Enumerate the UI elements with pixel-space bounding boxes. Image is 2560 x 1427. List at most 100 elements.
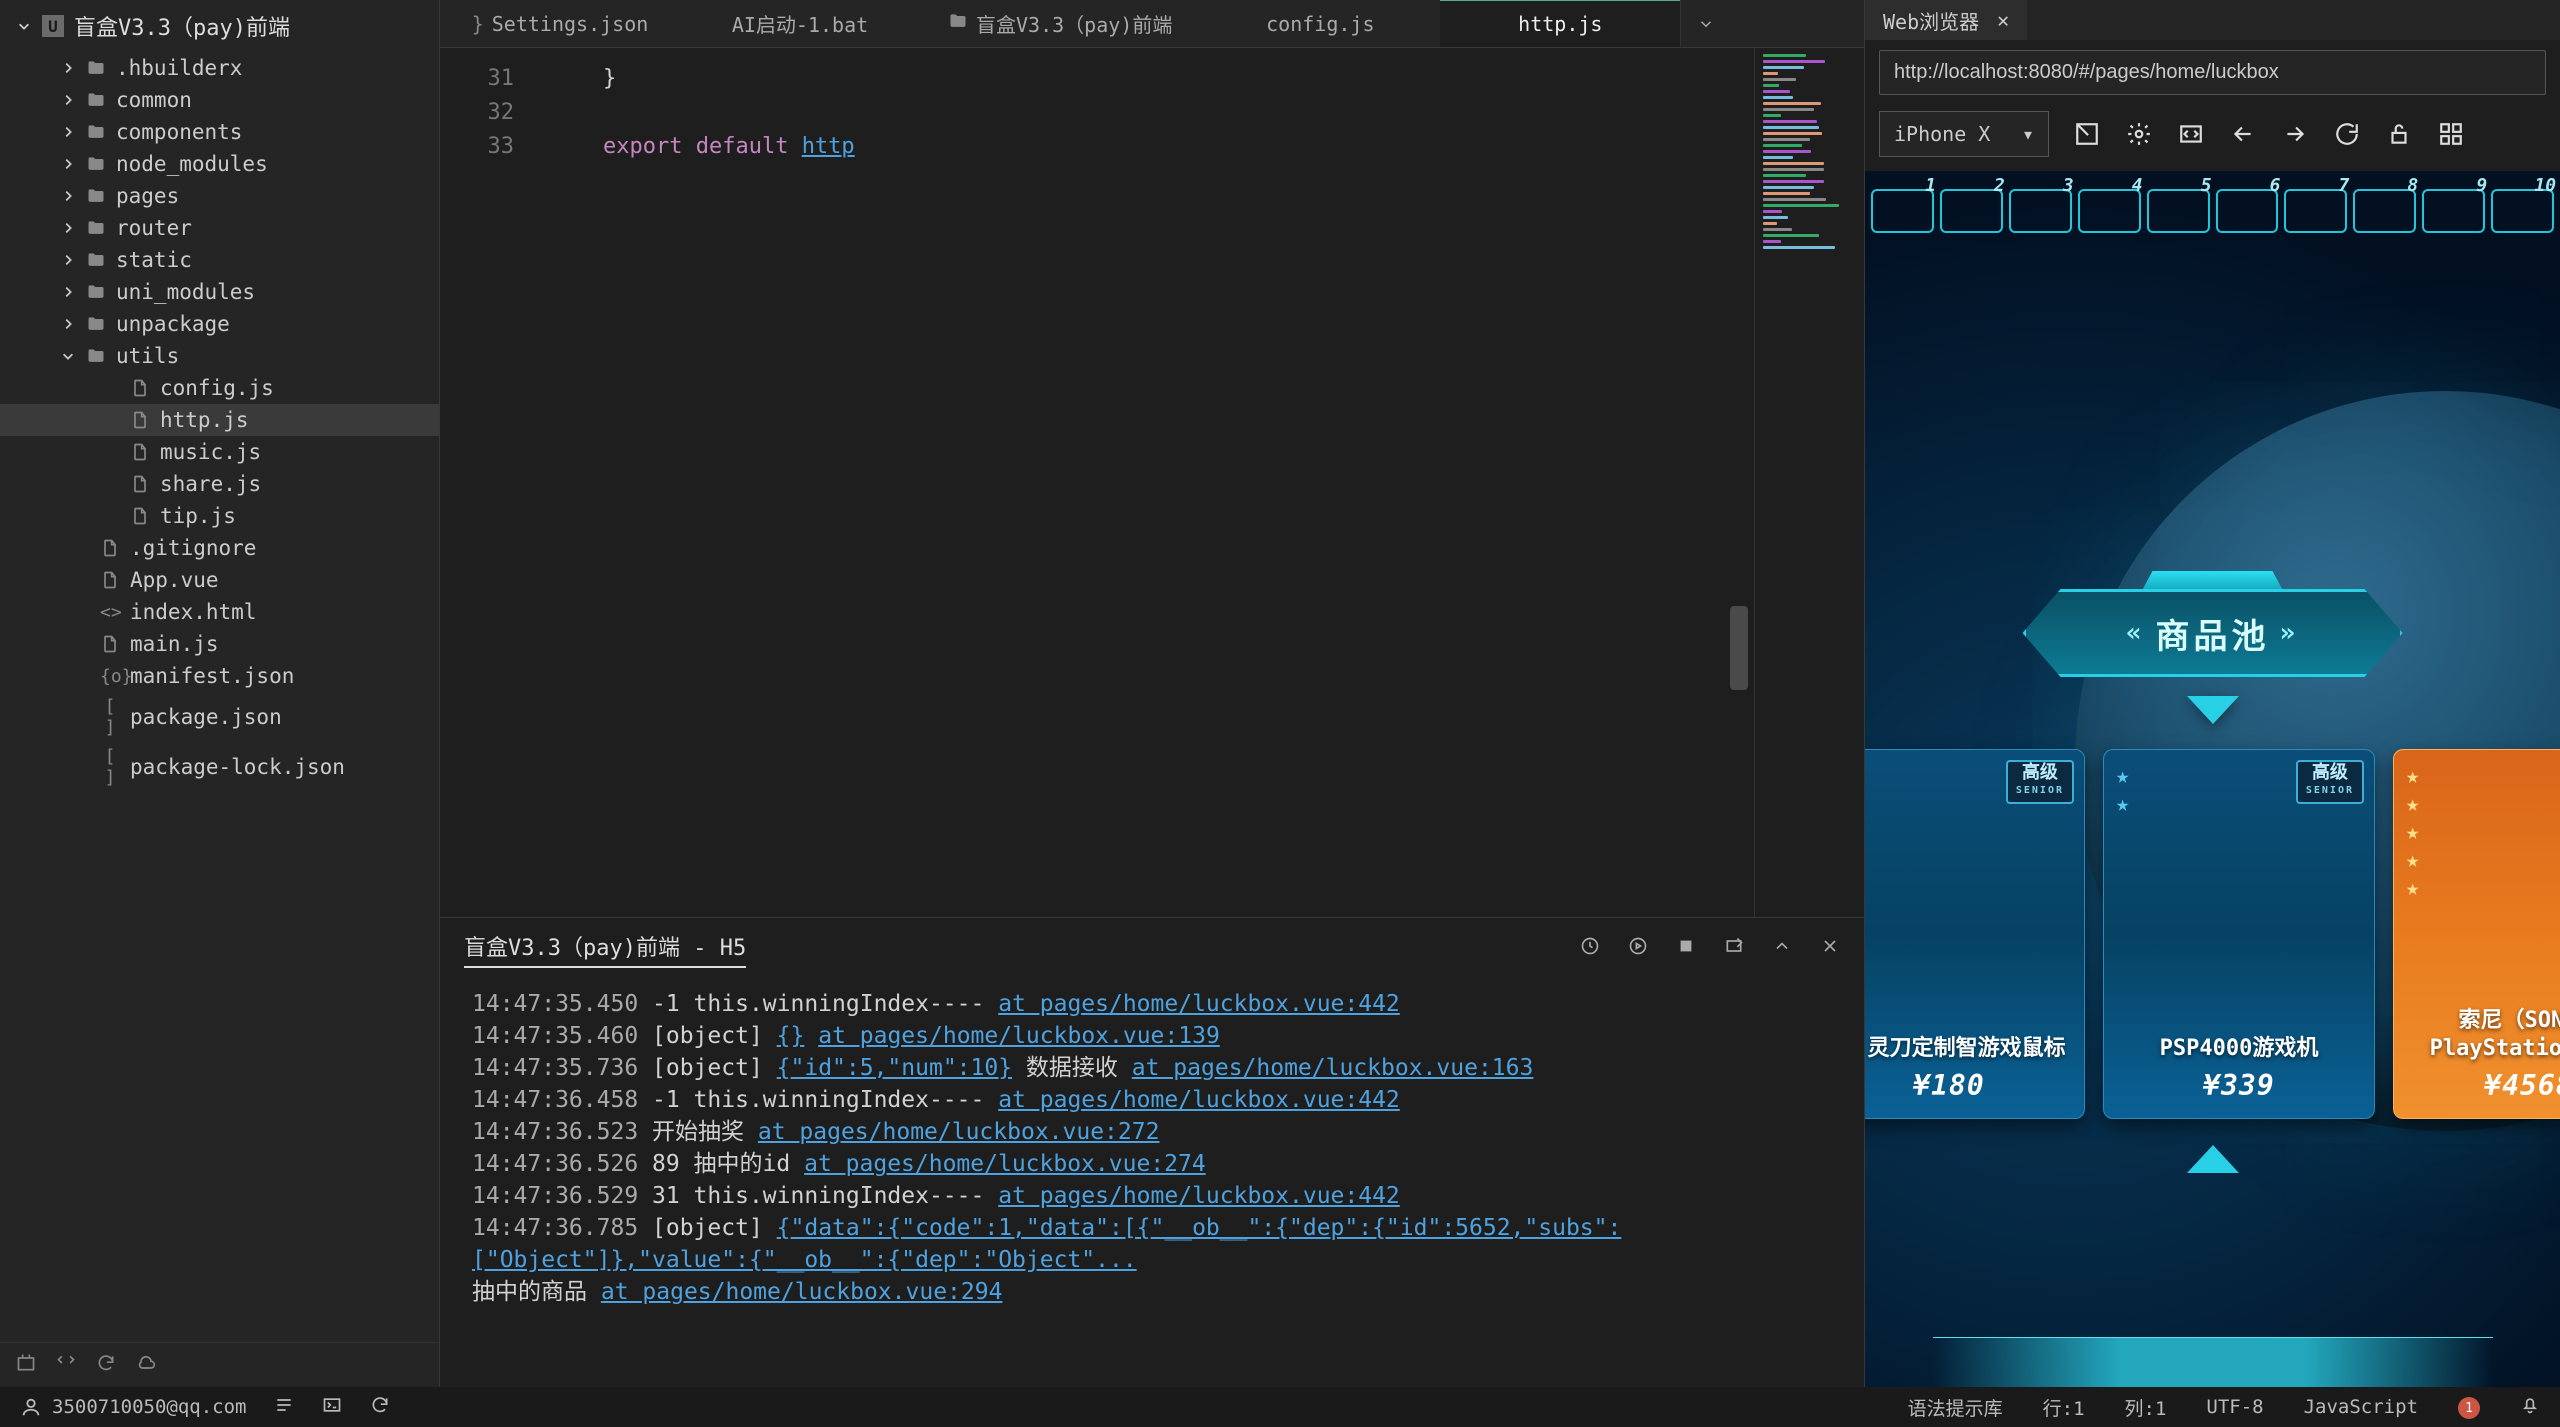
cloud-icon[interactable]	[136, 1353, 156, 1377]
file-item[interactable]: tip.js	[0, 500, 439, 532]
file-item[interactable]: [ ]package-lock.json	[0, 742, 439, 792]
tree-label: App.vue	[130, 568, 219, 592]
status-col[interactable]: 列:1	[2125, 1394, 2167, 1421]
folder-item[interactable]: unpackage	[0, 308, 439, 340]
terminal-icon[interactable]	[322, 1395, 342, 1420]
status-user[interactable]: 3500710050@qq.com	[20, 1396, 246, 1418]
console-tab-title[interactable]: 盲盒V3.3（pay)前端 - H5	[464, 930, 746, 968]
file-item[interactable]: main.js	[0, 628, 439, 660]
status-line[interactable]: 行:1	[2043, 1394, 2085, 1421]
project-root[interactable]: U 盲盒V3.3（pay)前端	[0, 0, 439, 52]
line-gutter: 313233	[440, 48, 530, 917]
console-output[interactable]: 14:47:35.450 -1 this.winningIndex---- at…	[440, 980, 1864, 1387]
close-icon[interactable]: ✕	[1997, 8, 2009, 32]
tab-overflow[interactable]	[1680, 0, 1730, 47]
chevron-right-icon	[60, 124, 76, 140]
file-item[interactable]: music.js	[0, 436, 439, 468]
grid-icon[interactable]	[2437, 120, 2465, 148]
folder-item[interactable]: uni_modules	[0, 276, 439, 308]
editor-tabs: } Settings.jsonAI启动-1.bat盲盒V3.3（pay)前端co…	[440, 0, 1864, 48]
product-card[interactable]: 高级SENIOR★★PSP4000游戏机¥339	[2103, 749, 2375, 1119]
minimap[interactable]	[1754, 48, 1864, 917]
file-item[interactable]: App.vue	[0, 564, 439, 596]
outline-icon[interactable]	[274, 1395, 294, 1420]
tree-label: uni_modules	[116, 280, 255, 304]
status-notifications[interactable]: 1	[2458, 1395, 2480, 1420]
editor-tab[interactable]: config.js	[1200, 0, 1440, 47]
reload-icon[interactable]	[2333, 120, 2361, 148]
url-input[interactable]	[1879, 50, 2546, 95]
collapse-console-icon[interactable]	[1772, 936, 1792, 962]
folder-item[interactable]: .hbuilderx	[0, 52, 439, 84]
folder-item[interactable]: common	[0, 84, 439, 116]
footer-cta[interactable]	[1933, 1337, 2493, 1387]
tree-label: index.html	[130, 600, 256, 624]
status-encoding[interactable]: UTF-8	[2206, 1396, 2263, 1418]
devtools-icon[interactable]	[2177, 120, 2205, 148]
tree-label: music.js	[160, 440, 261, 464]
file-item[interactable]: .gitignore	[0, 532, 439, 564]
file-item[interactable]: http.js	[0, 404, 439, 436]
stop-icon[interactable]	[1676, 936, 1696, 962]
tree-label: main.js	[130, 632, 219, 656]
chevron-right-icon	[60, 60, 76, 76]
tree-label: .gitignore	[130, 536, 256, 560]
tree-label: package-lock.json	[130, 755, 345, 779]
folder-item[interactable]: static	[0, 244, 439, 276]
close-console-icon[interactable]	[1820, 936, 1840, 962]
restart-icon[interactable]	[1628, 936, 1648, 962]
product-card[interactable]: 传LEG★★★★★索尼（SONY）PlayStation PS5¥4568	[2393, 749, 2560, 1119]
new-file-icon[interactable]	[16, 1353, 36, 1377]
editor-tab[interactable]: AI启动-1.bat	[680, 0, 920, 47]
tree-label: share.js	[160, 472, 261, 496]
file-item[interactable]: share.js	[0, 468, 439, 500]
file-item[interactable]: config.js	[0, 372, 439, 404]
export-icon[interactable]	[1724, 936, 1744, 962]
browser-tab[interactable]: Web浏览器 ✕	[1865, 0, 2027, 40]
bell-icon[interactable]	[2520, 1395, 2540, 1420]
file-item[interactable]: [ ]package.json	[0, 692, 439, 742]
product-cards[interactable]: 高级SENIOR竞 灵刀定制智游戏鼠标¥180高级SENIOR★★PSP4000…	[1865, 749, 2560, 1119]
status-language[interactable]: JavaScript	[2304, 1396, 2418, 1418]
tab-label: http.js	[1518, 12, 1602, 36]
product-card[interactable]: 高级SENIOR竞 灵刀定制智游戏鼠标¥180	[1865, 749, 2085, 1119]
ruler-slot: 1	[1871, 189, 1934, 233]
star-icon: ★	[2116, 764, 2129, 789]
inspect-icon[interactable]	[2073, 120, 2101, 148]
star-icon: ★	[2406, 876, 2419, 901]
forward-icon[interactable]	[2281, 120, 2309, 148]
collapse-icon[interactable]	[56, 1353, 76, 1377]
product-price: ¥339	[2203, 1069, 2274, 1102]
gear-icon[interactable]	[2125, 120, 2153, 148]
lock-icon[interactable]	[2385, 120, 2413, 148]
clock-icon[interactable]	[1580, 936, 1600, 962]
folder-icon	[948, 11, 968, 36]
vertical-scrollbar[interactable]	[1730, 606, 1748, 690]
back-icon[interactable]	[2229, 120, 2257, 148]
folder-item[interactable]: pages	[0, 180, 439, 212]
editor-tab[interactable]: http.js	[1440, 0, 1680, 47]
right-arrows-icon: »	[2270, 618, 2310, 648]
mobile-preview[interactable]: 12345678910 « 商品池 » 高级SENIOR竞 灵刀定制智游戏鼠标¥…	[1865, 171, 2560, 1387]
editor-tab[interactable]: 盲盒V3.3（pay)前端	[920, 0, 1200, 47]
refresh-icon[interactable]	[96, 1353, 116, 1377]
folder-item[interactable]: node_modules	[0, 148, 439, 180]
file-item[interactable]: {o}manifest.json	[0, 660, 439, 692]
status-hints[interactable]: 语法提示库	[1908, 1394, 2003, 1421]
folder-item[interactable]: components	[0, 116, 439, 148]
ruler-slot: 9	[2422, 189, 2485, 233]
user-email: 3500710050@qq.com	[52, 1396, 246, 1418]
star-icon: ★	[2406, 820, 2419, 845]
sync-icon[interactable]	[370, 1395, 390, 1420]
tree-label: components	[116, 120, 242, 144]
star-icon: ★	[2406, 848, 2419, 873]
file-item[interactable]: <>index.html	[0, 596, 439, 628]
device-select[interactable]: iPhone X ▾	[1879, 111, 2049, 157]
chevron-down-icon	[16, 18, 32, 34]
ruler-slot: 7	[2284, 189, 2347, 233]
folder-item[interactable]: utils	[0, 340, 439, 372]
folder-item[interactable]: router	[0, 212, 439, 244]
triangle-down-icon	[2187, 696, 2239, 724]
code-area[interactable]: } export default http	[530, 48, 1754, 917]
editor-tab[interactable]: } Settings.json	[440, 0, 680, 47]
